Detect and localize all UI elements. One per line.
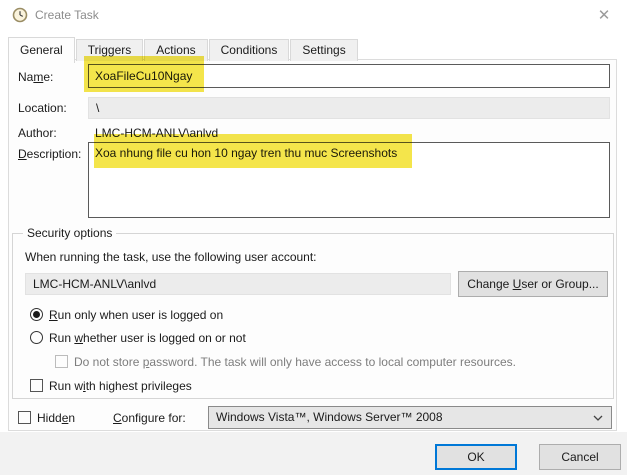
task-scheduler-clock-icon	[12, 7, 28, 23]
footer-area	[0, 432, 627, 475]
author-label: Author:	[18, 126, 57, 140]
description-label: Description:	[18, 147, 82, 161]
tab-general[interactable]: General	[8, 37, 75, 63]
checkbox-hidden-label: Hidden	[37, 411, 76, 425]
tab-conditions[interactable]: Conditions	[208, 39, 290, 61]
author-value: LMC-HCM-ANLV\anlvd	[95, 126, 219, 140]
checkbox-run-highest-privileges[interactable]	[30, 379, 43, 392]
name-label: Name:	[18, 70, 54, 84]
account-hint: When running the task, use the following…	[25, 250, 317, 264]
radio-run-whether-logged-on[interactable]	[30, 331, 43, 344]
radio-run-only-logged-on[interactable]	[30, 308, 43, 321]
cancel-button[interactable]: Cancel	[539, 444, 621, 470]
description-textarea[interactable]: Xoa nhung file cu hon 10 ngay tren thu m…	[88, 142, 610, 218]
change-user-button[interactable]: Change User or Group...	[458, 271, 608, 297]
radio-run-only-logged-on-label: Run only when user is logged on	[49, 308, 224, 322]
security-options-title: Security options	[23, 226, 117, 240]
location-value-field: \	[88, 97, 610, 119]
window-title: Create Task	[35, 8, 99, 22]
configure-for-value: Windows Vista™, Windows Server™ 2008	[216, 410, 443, 424]
configure-for-label: Configure for:	[113, 411, 186, 425]
close-icon[interactable]: ✕	[593, 5, 615, 27]
create-task-dialog: Create Task ✕ General Triggers Actions C…	[0, 0, 627, 475]
location-label: Location:	[18, 101, 67, 115]
radio-run-whether-logged-on-label: Run whether user is logged on or not	[49, 331, 246, 345]
radio-dot	[33, 311, 40, 318]
checkbox-do-not-store-password	[55, 355, 68, 368]
account-value-field: LMC-HCM-ANLV\anlvd	[25, 273, 451, 295]
tab-triggers[interactable]: Triggers	[75, 39, 144, 61]
tab-actions[interactable]: Actions	[144, 39, 208, 61]
tab-settings[interactable]: Settings	[290, 39, 358, 61]
configure-for-select[interactable]: Windows Vista™, Windows Server™ 2008	[208, 406, 612, 429]
titlebar: Create Task ✕	[0, 0, 627, 30]
checkbox-do-not-store-password-label: Do not store password. The task will onl…	[74, 355, 516, 369]
chevron-down-icon	[593, 415, 603, 421]
checkbox-hidden[interactable]	[18, 411, 31, 424]
name-input[interactable]	[88, 64, 610, 88]
checkbox-run-highest-privileges-label: Run with highest privileges	[49, 379, 192, 393]
tab-strip: General Triggers Actions Conditions Sett…	[8, 37, 359, 63]
ok-button[interactable]: OK	[435, 444, 517, 470]
